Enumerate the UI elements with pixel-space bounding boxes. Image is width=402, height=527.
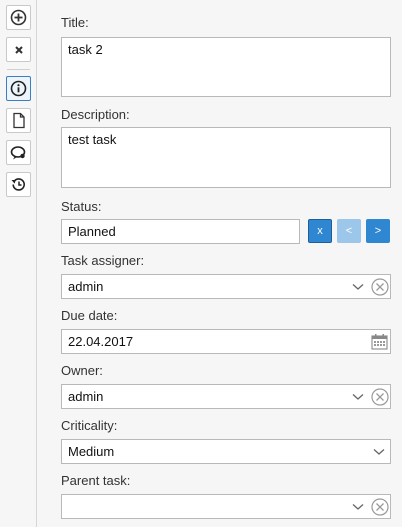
- owner-select[interactable]: admin: [61, 384, 391, 409]
- assigner-select[interactable]: admin: [61, 274, 391, 299]
- assigner-label: Task assigner:: [61, 253, 145, 268]
- parent-task-select[interactable]: [61, 494, 391, 519]
- parent-task-label: Parent task:: [61, 473, 131, 488]
- title-field[interactable]: task 2: [61, 37, 391, 97]
- assigner-value: admin: [68, 279, 104, 294]
- owner-label: Owner:: [61, 363, 103, 378]
- due-date-value: 22.04.2017: [68, 334, 134, 349]
- status-prev-button[interactable]: <: [337, 219, 361, 243]
- add-circle-icon: [10, 9, 27, 26]
- title-value: task 2: [68, 42, 103, 57]
- status-value: Planned: [68, 224, 116, 239]
- comment-button[interactable]: [6, 140, 31, 165]
- title-label: Title:: [61, 15, 89, 30]
- calendar-icon[interactable]: [371, 333, 388, 350]
- criticality-label: Criticality:: [61, 418, 118, 433]
- clear-icon[interactable]: [371, 388, 389, 406]
- status-next-button[interactable]: >: [366, 219, 390, 243]
- chevron-down-icon[interactable]: [352, 283, 364, 291]
- info-icon: [10, 80, 27, 97]
- status-reset-button[interactable]: x: [308, 219, 332, 243]
- info-button[interactable]: [6, 76, 31, 101]
- toolbar-separator: [7, 69, 30, 70]
- description-field[interactable]: test task: [61, 127, 391, 188]
- clear-icon[interactable]: [371, 498, 389, 516]
- criticality-value: Medium: [68, 444, 115, 459]
- close-button[interactable]: [6, 37, 31, 62]
- chevron-down-icon[interactable]: [373, 448, 385, 456]
- description-label: Description:: [61, 107, 130, 122]
- document-button[interactable]: [6, 108, 31, 133]
- history-icon: [11, 178, 25, 191]
- add-button[interactable]: [6, 5, 31, 30]
- due-date-field[interactable]: 22.04.2017: [61, 329, 391, 354]
- status-label: Status:: [61, 199, 102, 214]
- due-date-label: Due date:: [61, 308, 118, 323]
- status-prev-label: <: [345, 225, 353, 237]
- status-reset-label: x: [317, 225, 323, 237]
- close-icon: [14, 45, 23, 54]
- criticality-select[interactable]: Medium: [61, 439, 391, 464]
- side-toolbar: [0, 0, 37, 527]
- comment-icon: [10, 145, 26, 159]
- document-icon: [12, 112, 25, 129]
- status-next-label: >: [374, 225, 382, 237]
- history-button[interactable]: [6, 172, 31, 197]
- owner-value: admin: [68, 389, 104, 404]
- chevron-down-icon[interactable]: [352, 503, 364, 511]
- status-field: Planned: [61, 219, 300, 244]
- description-value: test task: [68, 132, 117, 147]
- chevron-down-icon[interactable]: [352, 393, 364, 401]
- clear-icon[interactable]: [371, 278, 389, 296]
